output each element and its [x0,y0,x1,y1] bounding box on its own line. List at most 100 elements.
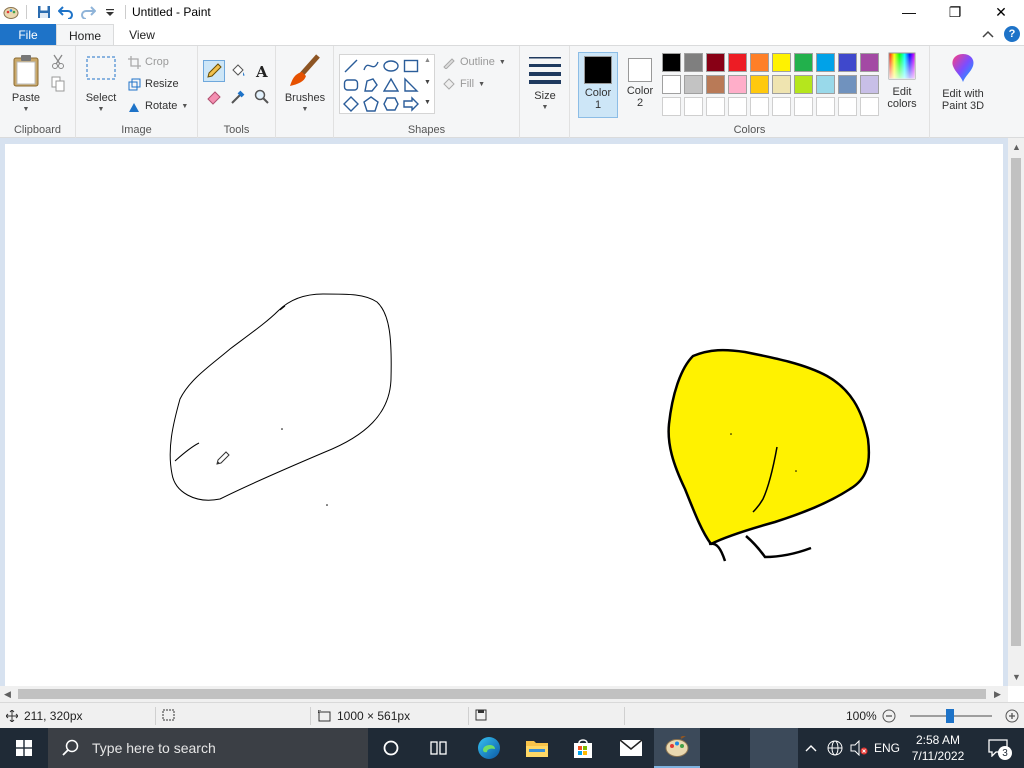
custom-color-slot[interactable] [684,97,703,116]
save-icon[interactable] [33,1,55,23]
tab-home[interactable]: Home [56,24,114,46]
taskbar-search-box[interactable]: Type here to search [48,728,368,768]
edge-taskbar-button[interactable] [466,728,512,768]
volume-button[interactable] [848,728,870,768]
palette-color-swatch[interactable] [838,75,857,94]
custom-color-slot[interactable] [728,97,747,116]
edit-colors-button[interactable]: Edit colors [882,52,922,110]
vertical-scroll-thumb[interactable] [1011,158,1021,646]
scroll-up-arrow-icon[interactable]: ▲ [1012,142,1021,152]
custom-color-slot[interactable] [772,97,791,116]
rectangle-shape-icon[interactable] [401,56,421,76]
outline-button[interactable]: Outline ▼ [442,52,506,72]
color2-selector[interactable]: Color 2 [620,52,660,118]
mail-taskbar-button[interactable] [608,728,654,768]
customize-qat-icon[interactable] [99,1,121,23]
start-button[interactable] [0,728,48,768]
palette-color-swatch[interactable] [772,53,791,72]
shapes-scroll-up-icon[interactable]: ▲ [424,57,431,64]
paint-app-icon[interactable] [0,1,22,23]
horizontal-scroll-thumb[interactable] [18,689,986,699]
crop-button[interactable]: Crop [128,52,169,72]
network-button[interactable] [824,728,846,768]
custom-color-slot[interactable] [816,97,835,116]
maximize-button[interactable]: ❐ [932,0,978,24]
palette-color-swatch[interactable] [816,75,835,94]
cut-icon[interactable] [51,54,65,73]
action-center-button[interactable]: 3 [978,728,1018,768]
palette-color-swatch[interactable] [684,53,703,72]
copy-icon[interactable] [51,76,65,95]
collapse-ribbon-icon[interactable] [982,27,994,41]
fill-tool[interactable] [227,60,249,82]
show-hidden-icons-button[interactable] [802,728,820,768]
taskbar-clock[interactable]: 2:58 AM 7/11/2022 [904,732,972,764]
rounded-rectangle-shape-icon[interactable] [341,75,361,95]
custom-color-slot[interactable] [706,97,725,116]
color-picker-tool[interactable] [227,86,249,108]
palette-color-swatch[interactable] [728,75,747,94]
shapes-scroll-down-icon[interactable]: ▼ [424,79,431,86]
redo-icon[interactable] [77,1,99,23]
palette-color-swatch[interactable] [750,53,769,72]
show-desktop-area[interactable] [750,728,798,768]
magnifier-tool[interactable] [251,86,273,108]
resize-button[interactable]: Resize [128,74,179,94]
palette-color-swatch[interactable] [816,53,835,72]
tab-view[interactable]: View [114,24,170,46]
minimize-button[interactable]: — [886,0,932,24]
palette-color-swatch[interactable] [772,75,791,94]
palette-color-swatch[interactable] [662,53,681,72]
paste-button[interactable]: Paste ▼ [6,54,46,116]
palette-color-swatch[interactable] [750,75,769,94]
horizontal-scrollbar[interactable]: ◀ ▶ [0,686,1008,702]
store-taskbar-button[interactable] [560,728,606,768]
zoom-out-icon[interactable] [882,709,896,726]
custom-color-slot[interactable] [838,97,857,116]
hexagon-shape-icon[interactable] [381,94,401,114]
rotate-button[interactable]: Rotate ▼ [128,96,188,116]
line-shape-icon[interactable] [341,56,361,76]
pentagon-shape-icon[interactable] [361,94,381,114]
scroll-right-arrow-icon[interactable]: ▶ [994,689,1001,700]
fill-button[interactable]: Fill ▼ [442,74,485,94]
undo-icon[interactable] [55,1,77,23]
zoom-slider-thumb[interactable] [946,709,954,723]
custom-color-slot[interactable] [860,97,879,116]
palette-color-swatch[interactable] [860,75,879,94]
text-tool[interactable]: A [251,60,273,82]
palette-color-swatch[interactable] [838,53,857,72]
curve-shape-icon[interactable] [361,56,381,76]
palette-color-swatch[interactable] [794,75,813,94]
file-explorer-taskbar-button[interactable] [514,728,560,768]
palette-color-swatch[interactable] [794,53,813,72]
drawing-canvas[interactable] [5,144,1003,686]
cortana-button[interactable] [368,728,414,768]
input-language[interactable]: ENG [872,728,902,768]
right-triangle-shape-icon[interactable] [401,75,421,95]
palette-color-swatch[interactable] [728,53,747,72]
palette-color-swatch[interactable] [662,75,681,94]
polygon-shape-icon[interactable] [361,75,381,95]
brushes-button[interactable]: Brushes ▼ [282,54,328,116]
help-icon[interactable]: ? [1004,26,1020,42]
paint-taskbar-button[interactable] [654,728,700,768]
size-button[interactable]: Size ▼ [526,54,564,114]
triangle-shape-icon[interactable] [381,75,401,95]
palette-color-swatch[interactable] [706,53,725,72]
edit-with-paint3d-button[interactable]: Edit with Paint 3D [934,52,992,112]
custom-color-slot[interactable] [750,97,769,116]
arrow-shape-icon[interactable] [401,94,421,114]
zoom-in-icon[interactable] [1005,709,1019,726]
palette-color-swatch[interactable] [706,75,725,94]
palette-color-swatch[interactable] [860,53,879,72]
pencil-tool[interactable] [203,60,225,82]
tab-file[interactable]: File [0,24,56,46]
close-button[interactable]: ✕ [978,0,1024,24]
vertical-scrollbar[interactable]: ▲ ▼ [1008,138,1024,686]
scroll-down-arrow-icon[interactable]: ▼ [1012,672,1021,682]
custom-color-slot[interactable] [794,97,813,116]
color1-selector[interactable]: Color 1 [578,52,618,118]
select-button[interactable]: Select ▼ [82,54,120,116]
eraser-tool[interactable] [203,86,225,108]
